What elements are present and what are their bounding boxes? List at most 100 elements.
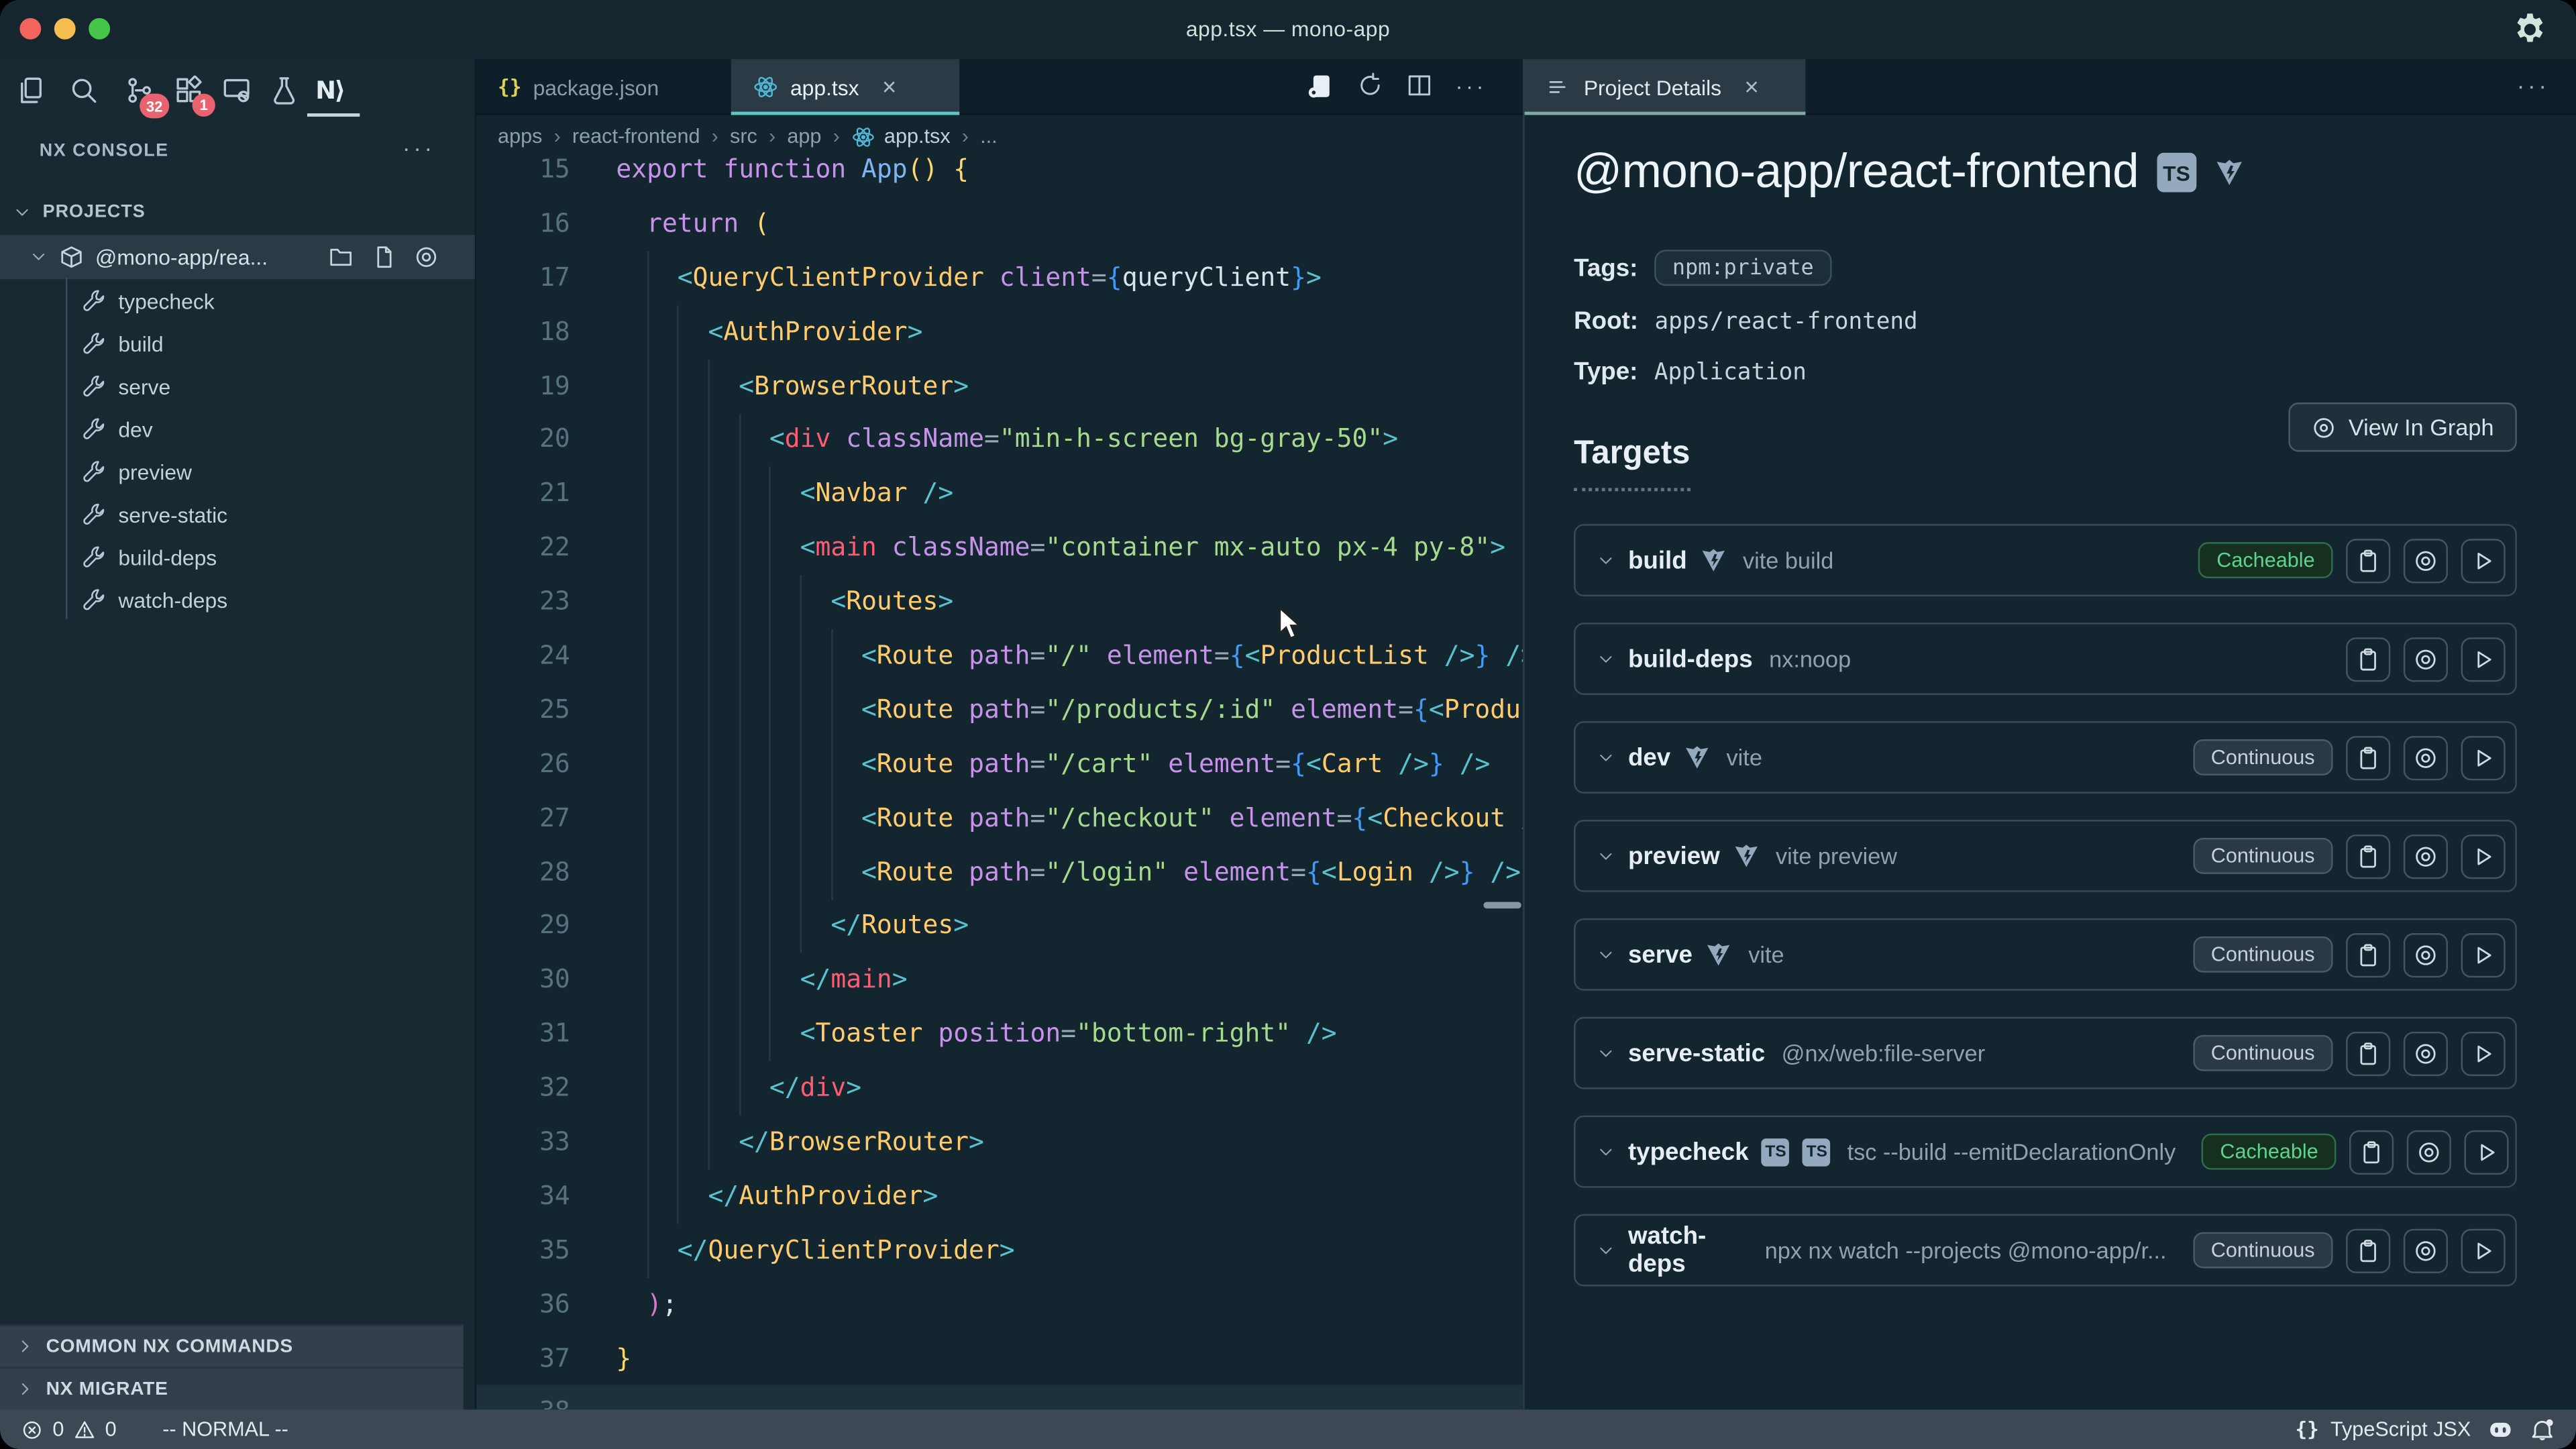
copy-task-button[interactable] bbox=[2349, 1130, 2394, 1174]
run-box-icon[interactable] bbox=[1306, 72, 1334, 101]
code-line-37[interactable]: 37} bbox=[476, 1332, 1523, 1386]
run-target-button[interactable] bbox=[2465, 1130, 2509, 1174]
target-card-preview[interactable]: previewvite previewContinuous bbox=[1574, 820, 2517, 892]
reload-icon[interactable] bbox=[1357, 72, 1383, 99]
sidebar-target-watch-deps[interactable]: watch-deps bbox=[0, 578, 475, 621]
vim-mode-indicator[interactable]: -- NORMAL -- bbox=[162, 1417, 288, 1440]
breadcrumb-item[interactable]: apps bbox=[498, 125, 542, 148]
view-target-in-graph-button[interactable] bbox=[2404, 637, 2448, 681]
sidebar-target-serve[interactable]: serve bbox=[0, 365, 475, 408]
breadcrumb-item[interactable]: src bbox=[730, 125, 757, 148]
target-card-serve-static[interactable]: serve-static@nx/web:file-serverContinuou… bbox=[1574, 1017, 2517, 1089]
code-line-16[interactable]: 16 return ( bbox=[476, 197, 1523, 252]
close-icon[interactable]: × bbox=[882, 74, 896, 99]
breadcrumb[interactable]: apps›react-frontend›src›app›app.tsx›... bbox=[476, 115, 1523, 158]
run-target-button[interactable] bbox=[2461, 834, 2506, 878]
code-line-30[interactable]: 30 </main> bbox=[476, 953, 1523, 1008]
split-editor-icon[interactable] bbox=[1406, 72, 1432, 99]
search-icon[interactable] bbox=[69, 76, 99, 105]
view-in-graph-button[interactable]: View In Graph bbox=[2288, 402, 2517, 451]
folder-icon[interactable] bbox=[329, 245, 354, 270]
code-line-15[interactable]: 15export function App() { bbox=[476, 158, 1523, 197]
error-count[interactable]: 0 bbox=[52, 1417, 64, 1440]
tab-project-details[interactable]: Project Details × bbox=[1525, 59, 1806, 115]
breadcrumb-item[interactable]: app bbox=[787, 125, 821, 148]
remote-monitor-icon[interactable] bbox=[222, 76, 252, 105]
scrollbar-handle[interactable] bbox=[1483, 902, 1521, 908]
files-icon[interactable] bbox=[16, 76, 46, 105]
bell-icon[interactable] bbox=[2530, 1417, 2555, 1442]
breadcrumb-file[interactable]: app.tsx bbox=[884, 125, 951, 148]
nx-console-icon[interactable]: N⟩ bbox=[315, 76, 345, 105]
close-icon[interactable]: × bbox=[1744, 74, 1758, 99]
code-line-29[interactable]: 29 </Routes> bbox=[476, 900, 1523, 954]
view-target-in-graph-button[interactable] bbox=[2404, 735, 2448, 780]
view-target-in-graph-button[interactable] bbox=[2407, 1130, 2451, 1174]
beaker-icon[interactable] bbox=[270, 76, 299, 105]
copy-task-button[interactable] bbox=[2346, 932, 2390, 977]
tab-package-json[interactable]: {} package.json bbox=[476, 59, 731, 115]
copy-task-button[interactable] bbox=[2346, 1031, 2390, 1075]
copy-task-button[interactable] bbox=[2346, 735, 2390, 780]
code-line-33[interactable]: 33 </BrowserRouter> bbox=[476, 1116, 1523, 1170]
sidebar-item-common-nx-commands[interactable]: COMMON NX COMMANDS bbox=[0, 1324, 464, 1367]
code-line-23[interactable]: 23 <Routes> bbox=[476, 575, 1523, 629]
file-go-icon[interactable] bbox=[371, 245, 396, 270]
code-line-22[interactable]: 22 <main className="container mx-auto px… bbox=[476, 521, 1523, 576]
code-line-24[interactable]: 24 <Route path="/" element={<ProductList… bbox=[476, 629, 1523, 684]
run-target-button[interactable] bbox=[2461, 1031, 2506, 1075]
view-target-in-graph-button[interactable] bbox=[2404, 834, 2448, 878]
more-actions-icon[interactable]: ··· bbox=[1456, 72, 1487, 102]
code-line-20[interactable]: 20 <div className="min-h-screen bg-gray-… bbox=[476, 413, 1523, 468]
sidebar-more-icon[interactable]: ··· bbox=[402, 135, 435, 161]
view-target-in-graph-button[interactable] bbox=[2404, 1031, 2448, 1075]
copy-task-button[interactable] bbox=[2346, 637, 2390, 681]
warning-icon[interactable] bbox=[74, 1419, 95, 1440]
run-target-button[interactable] bbox=[2461, 1228, 2506, 1273]
target-card-build[interactable]: buildvite buildCacheable bbox=[1574, 524, 2517, 596]
view-target-in-graph-button[interactable] bbox=[2404, 1228, 2448, 1273]
code-line-32[interactable]: 32 </div> bbox=[476, 1061, 1523, 1116]
code-line-17[interactable]: 17 <QueryClientProvider client={queryCli… bbox=[476, 251, 1523, 305]
code-line-31[interactable]: 31 <Toaster position="bottom-right" /> bbox=[476, 1008, 1523, 1062]
projects-section-header[interactable]: PROJECTS bbox=[0, 194, 475, 230]
code-line-25[interactable]: 25 <Route path="/products/:id" element={… bbox=[476, 684, 1523, 738]
language-mode[interactable]: {} TypeScript JSX bbox=[2295, 1417, 2471, 1440]
sidebar-target-dev[interactable]: dev bbox=[0, 407, 475, 450]
copilot-icon[interactable] bbox=[2487, 1416, 2514, 1442]
gear-icon[interactable] bbox=[2514, 13, 2546, 46]
sidebar-target-serve-static[interactable]: serve-static bbox=[0, 493, 475, 536]
copy-task-button[interactable] bbox=[2346, 538, 2390, 582]
project-tree-item[interactable]: @mono-app/rea... bbox=[0, 235, 475, 279]
code-line-36[interactable]: 36 ); bbox=[476, 1278, 1523, 1332]
run-target-button[interactable] bbox=[2461, 538, 2506, 582]
copy-task-button[interactable] bbox=[2346, 1228, 2390, 1273]
target-card-typecheck[interactable]: typecheckTSTStsc --build --emitDeclarati… bbox=[1574, 1116, 2517, 1188]
panel-more-icon[interactable]: ··· bbox=[2517, 72, 2550, 99]
run-target-button[interactable] bbox=[2461, 735, 2506, 780]
breadcrumb-item[interactable]: react-frontend bbox=[572, 125, 700, 148]
code-line-21[interactable]: 21 <Navbar /> bbox=[476, 467, 1523, 521]
code-line-27[interactable]: 27 <Route path="/checkout" element={<Che… bbox=[476, 792, 1523, 846]
sidebar-target-typecheck[interactable]: typecheck bbox=[0, 279, 475, 322]
target-circle-icon[interactable] bbox=[414, 245, 439, 270]
sidebar-target-build-deps[interactable]: build-deps bbox=[0, 535, 475, 578]
tab-app-tsx[interactable]: app.tsx × bbox=[731, 59, 959, 115]
breadcrumb-tail[interactable]: ... bbox=[980, 125, 998, 148]
target-card-watch-deps[interactable]: watch-depsnpx nx watch --projects @mono-… bbox=[1574, 1214, 2517, 1287]
code-line-35[interactable]: 35 </QueryClientProvider> bbox=[476, 1224, 1523, 1278]
code-line-19[interactable]: 19 <BrowserRouter> bbox=[476, 359, 1523, 413]
code-line-34[interactable]: 34 </AuthProvider> bbox=[476, 1169, 1523, 1224]
error-icon[interactable] bbox=[21, 1419, 43, 1440]
view-target-in-graph-button[interactable] bbox=[2404, 932, 2448, 977]
run-target-button[interactable] bbox=[2461, 932, 2506, 977]
copy-task-button[interactable] bbox=[2346, 834, 2390, 878]
warning-count[interactable]: 0 bbox=[105, 1417, 117, 1440]
target-card-dev[interactable]: devviteContinuous bbox=[1574, 721, 2517, 794]
code-line-38[interactable]: 38 bbox=[476, 1386, 1523, 1410]
code-line-18[interactable]: 18 <AuthProvider> bbox=[476, 305, 1523, 360]
code-line-26[interactable]: 26 <Route path="/cart" element={<Cart />… bbox=[476, 737, 1523, 792]
sidebar-target-preview[interactable]: preview bbox=[0, 450, 475, 493]
view-target-in-graph-button[interactable] bbox=[2404, 538, 2448, 582]
sidebar-target-build[interactable]: build bbox=[0, 322, 475, 365]
